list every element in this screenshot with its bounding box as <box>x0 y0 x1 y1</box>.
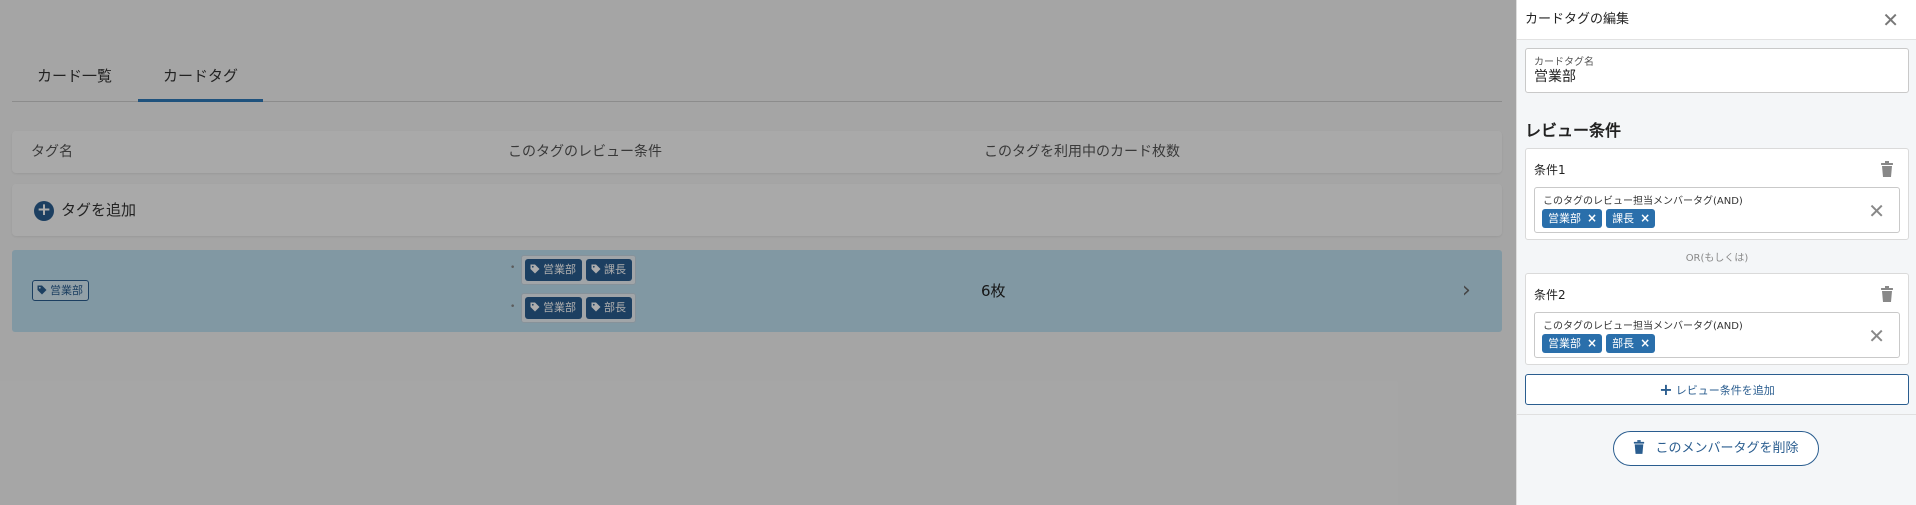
member-chip: 営業部 × <box>1542 209 1603 228</box>
selected-member-tags: 営業部 × 部長 × <box>1542 334 1656 353</box>
member-chip: 部長 × <box>1606 334 1656 353</box>
tag-name-field[interactable]: カードタグ名 <box>1525 48 1909 93</box>
or-separator: OR(もしくは) <box>1685 253 1749 264</box>
member-chip-label: 部長 <box>1612 337 1635 350</box>
modal-backdrop[interactable] <box>0 0 1516 505</box>
trash-icon <box>1634 440 1645 454</box>
delete-member-tag-label: このメンバータグを削除 <box>1655 441 1799 456</box>
tag-name-input[interactable] <box>1534 68 1894 84</box>
remove-chip-icon[interactable]: × <box>1587 334 1597 353</box>
clear-selection-icon[interactable]: ✕ <box>1868 200 1885 222</box>
member-tag-select[interactable]: このタグのレビュー担当メンバータグ(AND) 営業部 × 部長 × ✕ <box>1534 312 1900 358</box>
trash-icon[interactable] <box>1880 161 1894 177</box>
delete-member-tag-button[interactable]: このメンバータグを削除 <box>1613 431 1819 466</box>
edit-tag-panel: カードタグの編集 ✕ カードタグ名 レビュー条件 条件1 このタグのレビュー担当… <box>1516 0 1916 505</box>
member-chip-label: 課長 <box>1612 212 1635 225</box>
remove-chip-icon[interactable]: × <box>1640 209 1650 228</box>
main-content: カード一覧 カードタグ タグ名 このタグのレビュー条件 このタグを利用中のカード… <box>0 0 1516 505</box>
member-tag-select-label: このタグのレビュー担当メンバータグ(AND) <box>1543 321 1743 332</box>
remove-chip-icon[interactable]: × <box>1587 209 1597 228</box>
trash-icon[interactable] <box>1880 286 1894 302</box>
add-review-condition-label: レビュー条件を追加 <box>1675 384 1775 397</box>
close-icon[interactable]: ✕ <box>1882 8 1899 32</box>
condition-card-2: 条件2 このタグのレビュー担当メンバータグ(AND) 営業部 × 部長 × ✕ <box>1525 273 1909 365</box>
condition-title: 条件1 <box>1534 163 1566 177</box>
selected-member-tags: 営業部 × 課長 × <box>1542 209 1656 228</box>
member-chip-label: 営業部 <box>1548 212 1581 225</box>
member-tag-select[interactable]: このタグのレビュー担当メンバータグ(AND) 営業部 × 課長 × ✕ <box>1534 187 1900 233</box>
clear-selection-icon[interactable]: ✕ <box>1868 325 1885 347</box>
condition-card-1: 条件1 このタグのレビュー担当メンバータグ(AND) 営業部 × 課長 × ✕ <box>1525 148 1909 240</box>
member-chip: 営業部 × <box>1542 334 1603 353</box>
panel-header: カードタグの編集 ✕ <box>1517 0 1916 40</box>
member-chip-label: 営業部 <box>1548 337 1581 350</box>
panel-title: カードタグの編集 <box>1525 12 1630 27</box>
remove-chip-icon[interactable]: × <box>1640 334 1650 353</box>
plus-icon: + <box>1659 380 1673 399</box>
member-tag-select-label: このタグのレビュー担当メンバータグ(AND) <box>1543 196 1743 207</box>
condition-title: 条件2 <box>1534 288 1566 302</box>
review-conditions-heading: レビュー条件 <box>1525 121 1622 140</box>
member-chip: 課長 × <box>1606 209 1656 228</box>
tag-name-field-label: カードタグ名 <box>1534 57 1594 68</box>
divider <box>1517 414 1916 415</box>
add-review-condition-button[interactable]: + レビュー条件を追加 <box>1525 374 1909 405</box>
